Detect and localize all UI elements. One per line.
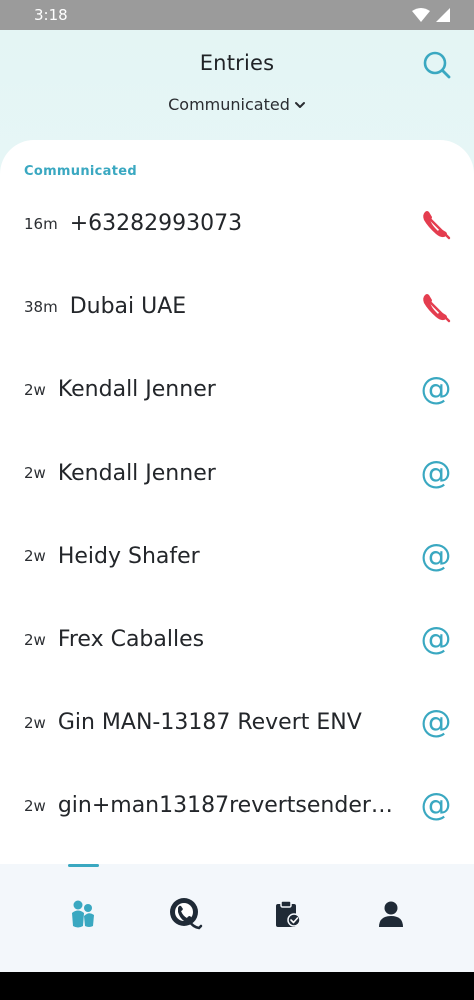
entry-name: Dubai UAE [69, 294, 187, 320]
entry-row[interactable]: 2w gin+man13187revertsender… @ [0, 764, 474, 847]
entry-name: Frex Caballes [57, 627, 205, 653]
entry-name: +63282993073 [69, 211, 243, 237]
filter-dropdown[interactable]: Communicated [0, 95, 474, 114]
entry-time: 2w [24, 547, 46, 566]
entry-time: 2w [24, 380, 46, 399]
entry-time: 2w [24, 464, 46, 483]
filter-value: Communicated [168, 95, 290, 114]
email-at-icon[interactable]: @ [420, 540, 452, 572]
entry-name: Heidy Shafer [57, 543, 200, 569]
entry-name: Gin MAN-13187 Revert ENV [57, 710, 362, 736]
missed-call-icon[interactable] [420, 208, 452, 240]
wifi-icon [412, 8, 430, 22]
entry-name: Kendall Jenner [57, 460, 216, 486]
search-button[interactable] [422, 50, 452, 80]
email-at-icon[interactable]: @ [420, 707, 452, 739]
email-at-icon[interactable]: @ [420, 457, 452, 489]
entries-list: 16m +63282993073 38m Dubai UAE 2w Kendall Jen… [0, 182, 474, 848]
phone-icon [170, 898, 203, 930]
entry-name: gin+man13187revertsender… [57, 793, 393, 819]
entry-name: Kendall Jenner [57, 377, 216, 403]
search-icon [423, 51, 451, 79]
entry-time: 2w [24, 796, 46, 815]
screen: 3:18 Entries Communicated Communicated 1… [0, 0, 474, 1000]
status-time: 3:18 [34, 6, 68, 24]
nav-profile[interactable] [332, 864, 451, 964]
entry-row[interactable]: 38m Dubai UAE [0, 265, 474, 348]
signal-icon [436, 8, 450, 22]
status-icons [412, 8, 450, 22]
email-at-icon[interactable]: @ [420, 374, 452, 406]
entry-time: 2w [24, 630, 46, 649]
missed-call-icon[interactable] [420, 291, 452, 323]
entry-row[interactable]: 2w Kendall Jenner @ [0, 432, 474, 515]
page-title: Entries [199, 51, 275, 75]
nav-contacts[interactable] [24, 864, 143, 964]
entry-row[interactable]: 2w Heidy Shafer @ [0, 515, 474, 598]
entry-time: 2w [24, 713, 46, 732]
chevron-down-icon [294, 101, 305, 108]
profile-icon [379, 901, 404, 927]
email-at-icon[interactable]: @ [420, 790, 452, 822]
nav-tasks[interactable] [229, 864, 348, 964]
clipboard-icon [276, 900, 301, 927]
bottom-nav [0, 864, 474, 972]
header: Entries Communicated [0, 30, 474, 142]
nav-calls[interactable] [127, 864, 246, 964]
entry-time: 16m [24, 214, 58, 233]
entry-row[interactable]: 2w Gin MAN-13187 Revert ENV @ [0, 681, 474, 764]
contacts-icon [72, 900, 95, 928]
section-label: Communicated [24, 164, 137, 179]
entry-row[interactable]: 2w Frex Caballes @ [0, 598, 474, 681]
entry-row[interactable]: 2w Kendall Jenner @ [0, 348, 474, 431]
email-at-icon[interactable]: @ [420, 624, 452, 656]
entry-row[interactable]: 16m +63282993073 [0, 182, 474, 265]
system-nav-bar [0, 972, 474, 1000]
entry-time: 38m [24, 297, 58, 316]
entries-card: Communicated 16m +63282993073 38m Dubai UAE… [0, 140, 474, 864]
status-bar: 3:18 [0, 0, 474, 30]
